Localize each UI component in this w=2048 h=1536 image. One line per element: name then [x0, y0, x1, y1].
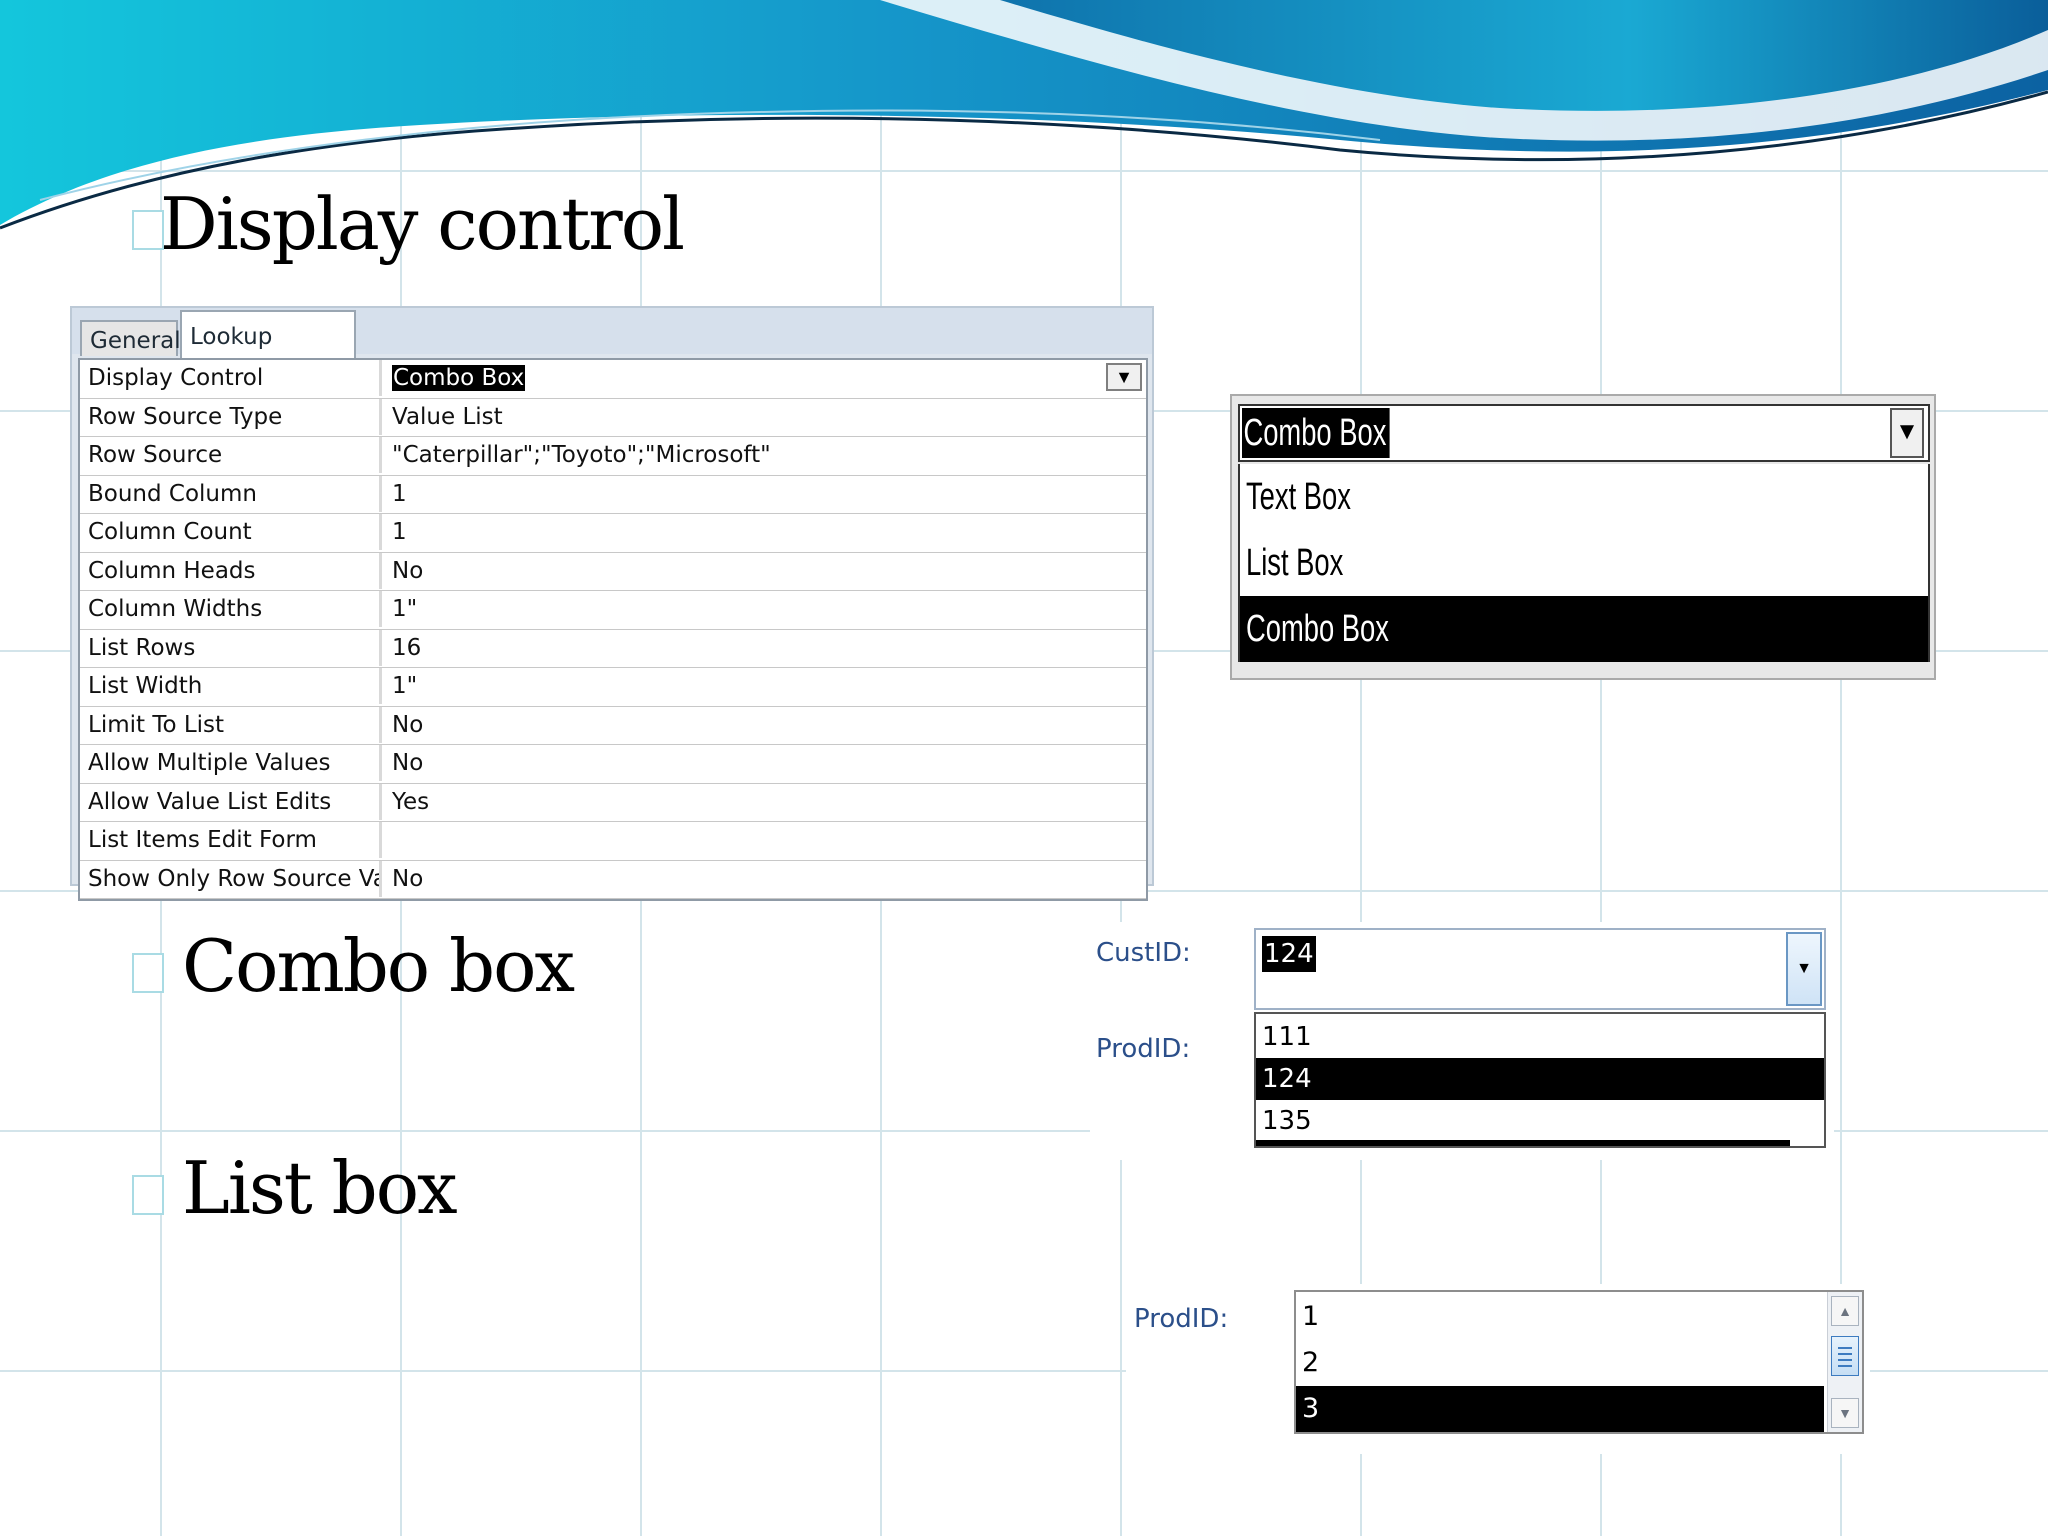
combo-dropdown-arrow-icon[interactable]: ▼: [1786, 932, 1822, 1006]
property-row[interactable]: Limit To List No: [80, 706, 1146, 745]
property-row[interactable]: Allow Multiple Values No: [80, 745, 1146, 784]
bullet-square-icon: [132, 953, 164, 993]
custid-label: CustID:: [1096, 938, 1191, 968]
scroll-up-icon[interactable]: ▲: [1831, 1296, 1859, 1326]
custid-combo-field[interactable]: 124 ▼: [1254, 928, 1826, 1010]
option-list-box[interactable]: List Box: [1240, 530, 1928, 596]
option-combo-box[interactable]: Combo Box: [1240, 596, 1928, 662]
property-row[interactable]: Row Source "Caterpillar";"Toyoto";"Micros…: [80, 437, 1146, 476]
property-value[interactable]: 16: [386, 630, 1146, 666]
property-name: Show Only Row Source Valu: [80, 860, 382, 897]
bullet-square-icon: [132, 1175, 164, 1215]
property-sheet: General Lookup Display Control Combo Box ▼…: [70, 306, 1154, 901]
property-value[interactable]: No: [386, 861, 1146, 897]
property-name: Bound Column: [80, 475, 382, 512]
property-row[interactable]: Row Source Type Value List: [80, 398, 1146, 437]
listbox-option[interactable]: 2: [1296, 1340, 1824, 1386]
property-row[interactable]: List Width 1": [80, 668, 1146, 707]
property-value[interactable]: "Caterpillar";"Toyoto";"Microsoft": [386, 437, 1146, 473]
bullet-text: Display control: [160, 182, 685, 266]
property-value[interactable]: 1: [386, 514, 1146, 550]
property-value[interactable]: No: [386, 553, 1146, 589]
property-name: Allow Multiple Values: [80, 745, 382, 781]
property-row[interactable]: Bound Column 1: [80, 475, 1146, 514]
property-value[interactable]: Yes: [386, 784, 1146, 820]
property-row[interactable]: Column Widths 1": [80, 591, 1146, 630]
property-name: List Width: [80, 668, 382, 704]
display-control-options: Text Box List Box Combo Box: [1238, 464, 1930, 662]
property-value[interactable]: Combo Box: [386, 360, 1146, 396]
property-row[interactable]: List Items Edit Form: [80, 822, 1146, 861]
display-control-dropdown: Combo Box ▼ Text Box List Box Combo Box: [1230, 394, 1936, 680]
property-row[interactable]: Column Count 1: [80, 514, 1146, 553]
tab-general[interactable]: General: [80, 320, 181, 356]
dropdown-arrow-icon[interactable]: ▼: [1890, 408, 1924, 458]
property-sheet-tabbar: General Lookup: [72, 308, 1152, 358]
prodid-label: ProdID:: [1096, 1034, 1191, 1064]
scroll-down-icon[interactable]: ▼: [1831, 1398, 1859, 1428]
property-value[interactable]: No: [386, 745, 1146, 781]
property-name: Display Control: [80, 360, 382, 396]
property-name: Limit To List: [80, 706, 382, 743]
property-value-selected: Combo Box: [392, 365, 526, 391]
property-value[interactable]: 1": [386, 591, 1146, 627]
property-row[interactable]: Display Control Combo Box ▼: [80, 360, 1146, 399]
property-value[interactable]: [386, 822, 1146, 858]
property-value[interactable]: Value List: [386, 399, 1146, 435]
property-name: Row Source Type: [80, 398, 382, 435]
custid-selected-value: 124: [1262, 936, 1316, 972]
bullet-text: Combo box: [182, 924, 575, 1008]
property-row[interactable]: Column Heads No: [80, 552, 1146, 591]
listbox-option[interactable]: 1: [1296, 1294, 1824, 1340]
display-control-selected: Combo Box: [1242, 408, 1390, 458]
bullet-list-box: List box: [132, 1146, 458, 1230]
property-name: List Rows: [80, 629, 382, 666]
property-row[interactable]: List Rows 16: [80, 629, 1146, 668]
dropdown-arrow-icon[interactable]: ▼: [1106, 363, 1142, 391]
property-row[interactable]: Show Only Row Source Valu No: [80, 860, 1146, 899]
custid-options-list: 111 124 135: [1254, 1012, 1826, 1148]
bullet-combo-box: Combo box: [132, 924, 575, 1008]
scroll-thumb[interactable]: [1831, 1336, 1859, 1376]
combo-option[interactable]: 124: [1256, 1058, 1824, 1100]
property-name: List Items Edit Form: [80, 822, 382, 858]
property-name: Column Count: [80, 514, 382, 550]
bullet-text: List box: [182, 1146, 458, 1230]
option-text-box[interactable]: Text Box: [1240, 464, 1928, 530]
property-name: Column Heads: [80, 552, 382, 589]
listbox-scrollbar[interactable]: ▲ ▼: [1827, 1292, 1862, 1432]
property-name: Allow Value List Edits: [80, 783, 382, 820]
combo-option[interactable]: 135: [1256, 1100, 1824, 1142]
bullet-display-control: Display control: [132, 182, 685, 266]
property-row[interactable]: Allow Value List Edits Yes: [80, 783, 1146, 822]
display-control-field[interactable]: Combo Box ▼: [1238, 404, 1930, 462]
property-name: Column Widths: [80, 591, 382, 627]
property-value[interactable]: No: [386, 707, 1146, 743]
combo-option[interactable]: 111: [1256, 1016, 1824, 1058]
listbox-option[interactable]: 3: [1296, 1386, 1824, 1432]
property-name: Row Source: [80, 437, 382, 473]
prodid-label: ProdID:: [1134, 1304, 1229, 1334]
property-grid: Display Control Combo Box ▼ Row Source Type…: [78, 358, 1148, 901]
tab-lookup[interactable]: Lookup: [180, 310, 356, 358]
prodid-list-box[interactable]: 1 2 3 ▲ ▼: [1294, 1290, 1864, 1434]
list-bottom-border: [1256, 1140, 1790, 1146]
property-value[interactable]: 1: [386, 476, 1146, 512]
property-value[interactable]: 1": [386, 668, 1146, 704]
